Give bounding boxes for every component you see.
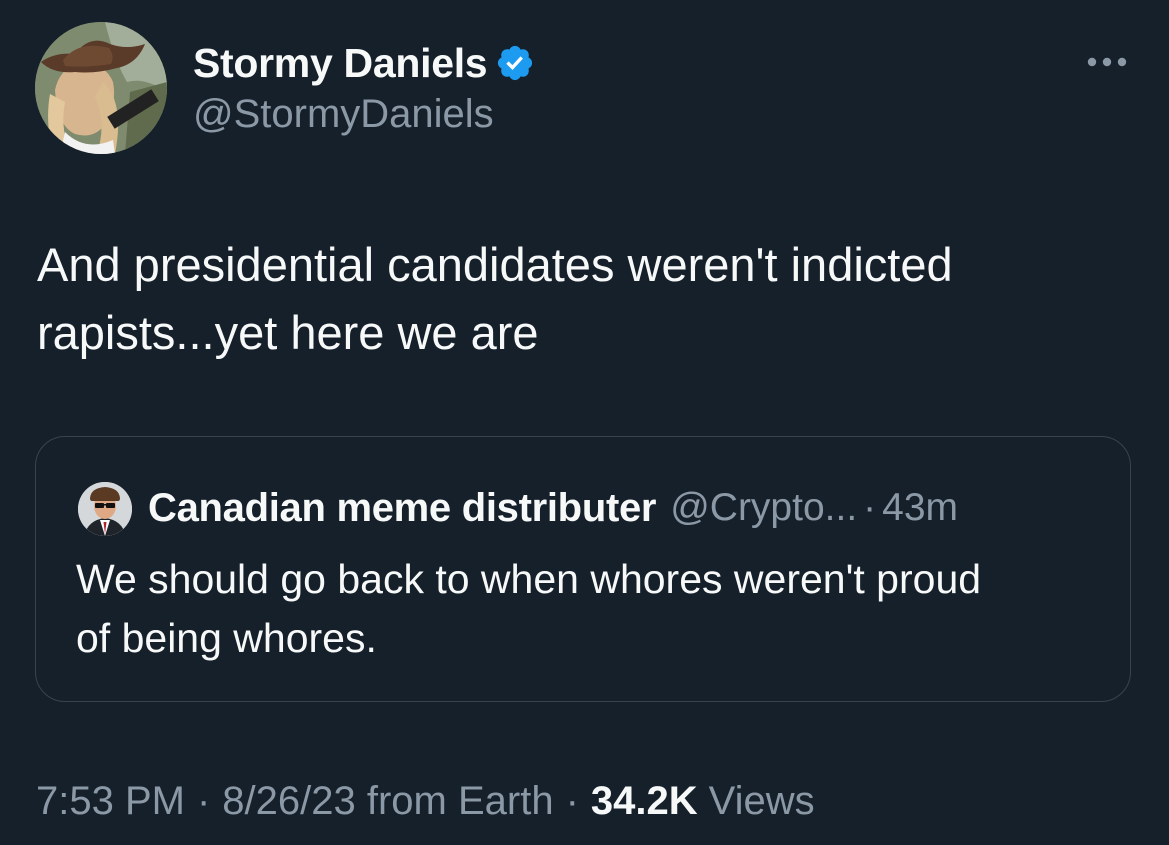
- quoted-author-avatar[interactable]: [78, 482, 132, 536]
- profile-photo-icon: [35, 22, 167, 154]
- tweet-date-source[interactable]: 8/26/23 from Earth: [222, 779, 553, 824]
- more-horizontal-icon[interactable]: [1085, 52, 1129, 72]
- separator-dot: ·: [863, 486, 877, 529]
- quoted-text-line: of being whores.: [76, 615, 377, 661]
- author-handle[interactable]: @StormyDaniels: [193, 92, 494, 137]
- verified-badge-icon[interactable]: [495, 43, 535, 83]
- profile-photo-sunglasses-icon: [78, 482, 132, 536]
- quoted-timestamp[interactable]: 43m: [882, 486, 958, 530]
- views-count[interactable]: 34.2K: [591, 779, 698, 824]
- quoted-display-name[interactable]: Canadian meme distributer: [148, 486, 656, 531]
- tweet-text: And presidential candidates weren't indi…: [37, 231, 1137, 367]
- tweet-text-line: And presidential candidates weren't indi…: [37, 238, 953, 291]
- separator-dot: ·: [565, 778, 579, 823]
- quoted-text-line: We should go back to when whores weren't…: [76, 556, 982, 602]
- quoted-header: Canadian meme distributer @Crypto... · 4…: [148, 483, 958, 533]
- views-label[interactable]: Views: [709, 779, 815, 824]
- tweet-metadata: 7:53 PM · 8/26/23 from Earth · 34.2K Vie…: [36, 774, 815, 828]
- author-name-row: Stormy Daniels: [193, 38, 535, 88]
- quoted-tweet[interactable]: Canadian meme distributer @Crypto... · 4…: [35, 436, 1131, 702]
- quoted-text: We should go back to when whores weren't…: [76, 550, 1106, 668]
- author-avatar[interactable]: [35, 22, 167, 154]
- tweet-text-line: rapists...yet here we are: [37, 306, 539, 359]
- quoted-handle[interactable]: @Crypto...: [670, 486, 857, 530]
- author-display-name[interactable]: Stormy Daniels: [193, 40, 488, 87]
- tweet-time[interactable]: 7:53 PM: [36, 779, 185, 824]
- separator-dot: ·: [196, 778, 211, 823]
